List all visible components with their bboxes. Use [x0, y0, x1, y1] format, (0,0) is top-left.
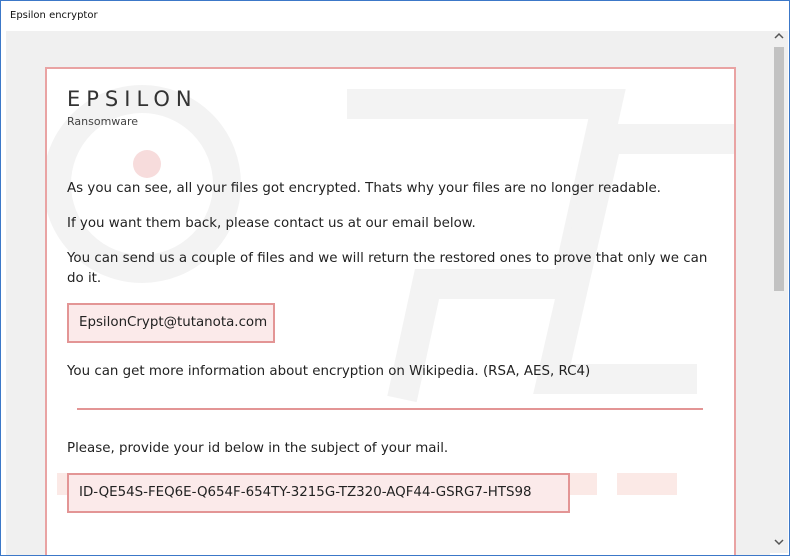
vertical-scrollbar[interactable] — [770, 31, 788, 553]
message-paragraph: If you want them back, please contact us… — [67, 216, 476, 231]
chevron-down-icon[interactable] — [770, 537, 788, 551]
section-divider — [77, 408, 703, 410]
window-title: Epsilon encryptor — [10, 10, 98, 21]
chevron-up-icon[interactable] — [770, 31, 788, 45]
brand-title: EPSILON — [67, 87, 198, 111]
message-paragraph: You can send us a couple of files and we… — [67, 251, 708, 286]
message-paragraph: Please, provide your id below in the sub… — [67, 441, 449, 456]
content-viewport[interactable]: EPSILON Ransomware As you can see, all y… — [6, 31, 770, 555]
title-bar[interactable]: Epsilon encryptor — [1, 1, 789, 31]
scrollbar-thumb[interactable] — [774, 47, 784, 291]
victim-id-box[interactable]: ID-QE54S-FEQ6E-Q654F-654TY-3215G-TZ320-A… — [67, 473, 570, 513]
brand-subtitle: Ransomware — [67, 115, 139, 128]
message-paragraph: As you can see, all your files got encry… — [67, 181, 661, 196]
message-paragraph: You can get more information about encry… — [67, 364, 591, 379]
contact-email-box[interactable]: EpsilonCrypt@tutanota.com — [67, 303, 275, 343]
ransom-note-panel: EPSILON Ransomware As you can see, all y… — [45, 67, 736, 555]
app-window: Epsilon encryptor EPSILON Ransomware As … — [0, 0, 790, 556]
